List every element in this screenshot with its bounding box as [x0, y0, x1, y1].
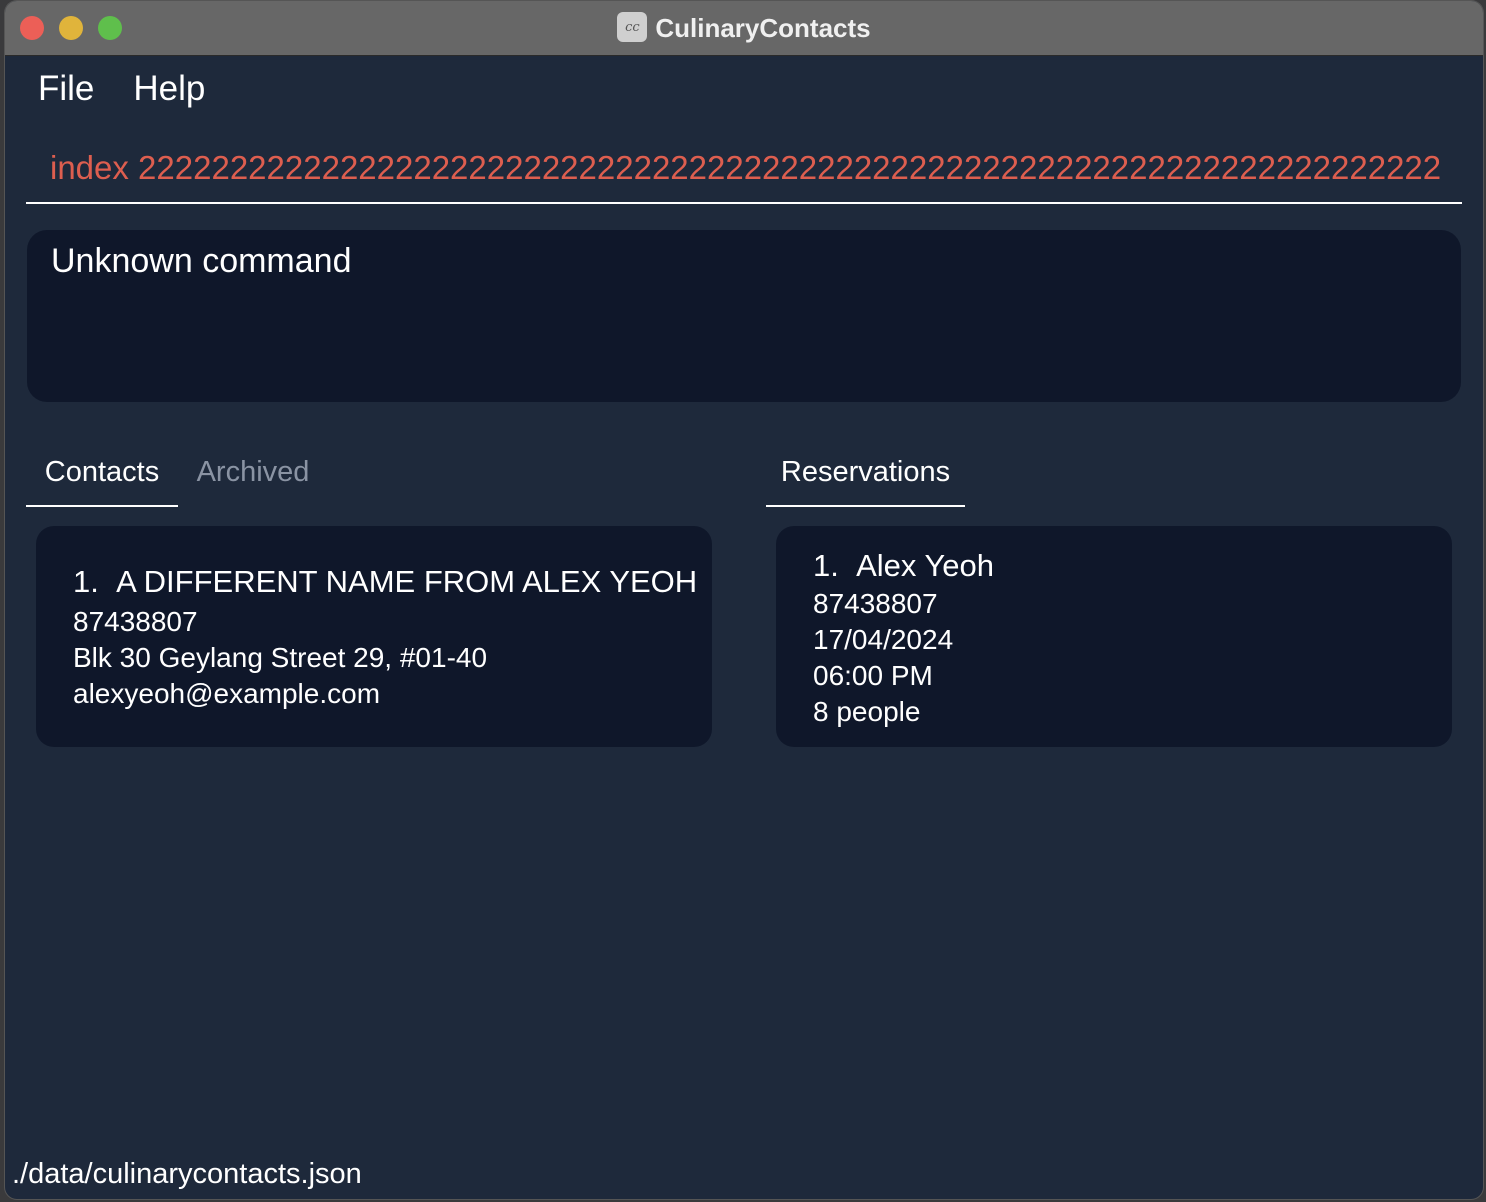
contact-address: Blk 30 Geylang Street 29, #01-40: [73, 642, 488, 673]
reservation-phone: 87438807: [813, 588, 938, 619]
tab-archived[interactable]: Archived: [185, 439, 321, 505]
contact-name-line: 1. A DIFFERENT NAME FROM ALEX YEOH: [73, 564, 697, 600]
result-message: Unknown command: [51, 242, 352, 280]
app-icon: cc: [617, 12, 648, 42]
reservation-pax: 8 people: [813, 696, 921, 727]
reservation-date: 17/04/2024: [813, 624, 954, 655]
contact-email: alexyeoh@example.com: [73, 678, 381, 709]
window-title: CulinaryContacts: [655, 12, 871, 43]
reservation-card[interactable]: 1. Alex Yeoh 87438807 17/04/2024 06:00 P…: [776, 526, 1452, 747]
reservation-index: 1.: [813, 548, 839, 583]
menu-help[interactable]: Help: [133, 69, 205, 109]
menu-file[interactable]: File: [38, 69, 94, 109]
contact-name: A DIFFERENT NAME FROM ALEX YEOH: [116, 564, 698, 599]
menu-bar: File Help: [5, 56, 1483, 122]
command-input[interactable]: [50, 144, 1440, 192]
title-bar[interactable]: cc CulinaryContacts: [5, 1, 1483, 56]
tab-reservations[interactable]: Reservations: [766, 439, 965, 507]
reservation-time: 06:00 PM: [813, 660, 933, 691]
reservation-name: Alex Yeoh: [856, 548, 995, 583]
tab-contacts[interactable]: Contacts: [26, 439, 178, 507]
reservation-name-line: 1. Alex Yeoh: [813, 548, 994, 584]
app-window: cc CulinaryContacts File Help Unknown co…: [5, 1, 1483, 1199]
command-box: [26, 132, 1462, 204]
status-bar-file-path: ./data/culinarycontacts.json: [12, 1158, 362, 1190]
contact-phone: 87438807: [73, 606, 198, 637]
contact-index: 1.: [73, 564, 99, 599]
title-group: cc CulinaryContacts: [5, 1, 1483, 55]
contact-card[interactable]: 1. A DIFFERENT NAME FROM ALEX YEOH 87438…: [36, 526, 712, 747]
result-display: Unknown command: [27, 230, 1461, 402]
